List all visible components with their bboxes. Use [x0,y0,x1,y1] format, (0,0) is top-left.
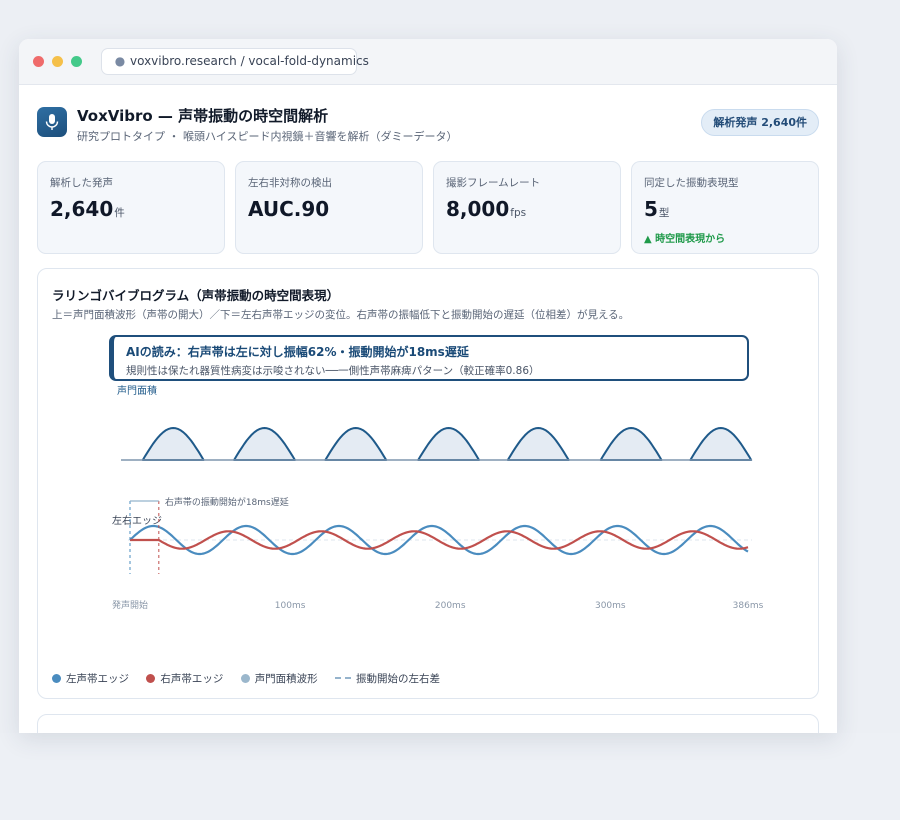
legend-swatch [335,677,352,679]
page-content: VoxVibro — 声帯振動の時空間解析 研究プロトタイプ ・ 喉頭ハイスピー… [37,85,819,733]
address-url: voxvibro.research / vocal-fold-dynamics [130,54,369,68]
page-title: VoxVibro — 声帯振動の時空間解析 [77,107,329,125]
legend-onset-difference: 振動開始の左右差 [335,671,440,686]
maximize-window-button[interactable] [71,56,82,67]
stat-trend: ▲ 時空間表現から [644,234,726,245]
ai-insight-box: AIの読み：右声帯は左に対し振幅62%・振動開始が18ms遅延 規則性は保たれ器… [109,335,749,381]
x-tick-label: 100ms [275,601,306,611]
backdrop [0,733,900,820]
glottal-pulse [599,427,663,461]
stats-row: 解析した発声 2,640件 左右非対称の検出 AUC.90 撮影フレームレート … [37,161,819,254]
glottal-pulse [141,427,205,461]
insight-body: 規則性は保たれ器質性病変は示唆されない──一側性声帯麻痺パターン（較正確率0.8… [126,365,540,377]
minimize-window-button[interactable] [52,56,63,67]
glottal-pulse [324,427,388,461]
stat-card-utterances: 解析した発声 2,640件 [37,161,225,254]
insight-title: AIの読み：右声帯は左に対し振幅62%・振動開始が18ms遅延 [126,345,469,359]
stat-label: 解析した発声 [50,177,113,189]
glottal-pulse [506,427,570,461]
glottal-pulse [417,427,480,461]
next-card [37,714,819,733]
legend-swatch [240,674,250,683]
stat-card-asymmetry: 左右非対称の検出 AUC.90 [235,161,423,254]
onset-annotation: 右声帯の振動開始が18ms遅延 [165,496,289,508]
glottal-pulse [233,427,296,461]
stat-card-framerate: 撮影フレームレート 8,000fps [433,161,621,254]
page-header: VoxVibro — 声帯振動の時空間解析 研究プロトタイプ ・ 喉頭ハイスピー… [37,85,819,161]
analysis-count-badge: 解析発声 2,640件 [701,109,819,136]
x-tick-label: 386ms [733,601,764,611]
stat-value: 5型 [644,197,670,221]
address-bar[interactable]: ● voxvibro.research / vocal-fold-dynamics [101,48,369,75]
laryngovibrogram-chart: 声門面積左右エッジ右声帯の振動開始が18ms遅延発声開始 100ms 200ms 30… [112,384,764,611]
card-title: ラリンゴバイブログラム（声帯振動の時空間表現） [52,288,340,303]
browser-titlebar: ● voxvibro.research / vocal-fold-dynamics [19,39,837,85]
chart-legend: 左声帯エッジ 右声帯エッジ 声門面積波形 振動開始の左右差 [52,671,454,685]
legend-swatch [52,674,61,683]
legend-glottal-area: 声門面積波形 [240,671,318,686]
stat-value: 2,640件 [50,197,125,221]
browser-window: ● voxvibro.research / vocal-fold-dynamics… [19,39,837,733]
stat-label: 同定した振動表現型 [644,177,739,189]
legend-left-edge: 左声帯エッジ [52,671,129,686]
glottal-pulse [689,427,753,461]
close-window-button[interactable] [33,56,44,67]
stat-label: 撮影フレームレート [446,177,541,189]
legend-swatch [146,674,156,683]
legend-right-edge: 右声帯エッジ [146,671,223,686]
card-subtitle: 上＝声門面積波形（声帯の開大）／下＝左右声帯エッジの変位。右声帯の振幅低下と振動… [52,309,630,321]
kymogram-card: ラリンゴバイブログラム（声帯振動の時空間表現） 上＝声門面積波形（声帯の開大）／… [37,268,819,699]
top-panel-label: 声門面積 [117,384,157,397]
stat-card-phenotypes: 同定した振動表現型 5型 ▲ 時空間表現から [631,161,819,254]
x-tick-label: 200ms [435,601,466,611]
stat-value: AUC.90 [248,197,330,221]
x-tick-label: 300ms [595,601,626,611]
x-tick-label: 発声開始 [112,599,148,611]
stat-value: 8,000fps [446,197,527,221]
stat-label: 左右非対称の検出 [248,177,332,189]
microphone-icon [37,107,67,137]
page-subtitle: 研究プロトタイプ ・ 喉頭ハイスピード内視鏡＋音響を解析（ダミーデータ） [77,130,458,143]
microscope-icon: ● [114,54,126,68]
